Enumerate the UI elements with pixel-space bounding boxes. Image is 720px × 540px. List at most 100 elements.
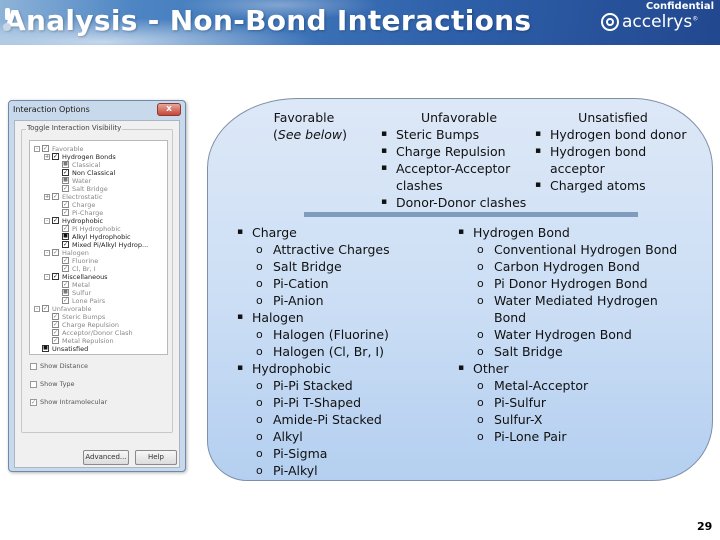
list-item: ▪ Hydrophobic (237, 361, 332, 376)
tree-checkbox[interactable]: ✓ (62, 297, 69, 304)
sub-bullet-icon: o (256, 447, 263, 460)
sub-bullet-icon: o (256, 277, 263, 290)
sub-bullet-icon: o (256, 430, 263, 443)
collapse-icon[interactable]: - (44, 217, 50, 224)
sub-list-item: o Pi-Anion (256, 293, 324, 308)
sub-bullet-icon: o (256, 260, 263, 273)
sub-list-item: o Pi-Pi T-Shaped (256, 395, 362, 410)
tree-checkbox[interactable]: ✓ (62, 185, 69, 192)
show-type-label: Show Type (40, 380, 75, 388)
collapse-icon[interactable]: - (44, 249, 50, 256)
bullet-icon: ▪ (237, 312, 244, 322)
list-item: ▪ Halogen (237, 310, 304, 325)
sub-list-item: o Salt Bridge (477, 344, 563, 359)
sub-list-item: o Sulfur-X (477, 412, 543, 427)
sub-list-item: o Pi-Sigma (256, 446, 328, 461)
slide-title: Analysis - Non-Bond Interactions (4, 4, 532, 37)
show-distance-checkbox[interactable] (30, 362, 37, 370)
unfavorable-heading: Unfavorable (420, 110, 498, 125)
sub-list-item: Bond (494, 310, 527, 325)
tree-checkbox[interactable]: ✓ (62, 201, 69, 208)
tree-checkbox[interactable]: ✓ (52, 313, 59, 320)
expand-icon[interactable]: + (44, 193, 50, 200)
show-distance-option[interactable]: Show Distance (30, 362, 88, 370)
bullet-icon: ▪ (535, 180, 542, 190)
favorable-left-list: ▪ Charge o Attractive Charges o Salt Bridge o P… (237, 224, 390, 479)
tree-checkbox[interactable]: ■ (62, 233, 69, 240)
help-button[interactable]: Help (135, 450, 177, 465)
unsatisfied-heading: Unsatisfied (578, 110, 648, 125)
accelrys-logo: accelrys® (600, 12, 698, 32)
tree-checkbox[interactable]: ■ (62, 289, 69, 296)
bullet-icon: ▪ (381, 146, 388, 156)
show-type-option[interactable]: Show Type (30, 380, 75, 388)
tree-checkbox[interactable]: ✓ (52, 153, 59, 160)
tree-checkbox[interactable]: ✓ (42, 305, 49, 312)
show-intramolecular-checkbox[interactable]: ✓ (30, 398, 37, 406)
sub-bullet-icon: o (256, 294, 263, 307)
sub-bullet-icon: o (477, 328, 484, 341)
tree-checkbox[interactable]: ✓ (52, 217, 59, 224)
list-item: ▪ Hydrogen Bond (458, 225, 570, 240)
advanced-button[interactable]: Advanced... (83, 450, 129, 465)
bullet-icon: ▪ (458, 363, 465, 373)
tree-checkbox[interactable]: ✓ (62, 281, 69, 288)
tree-checkbox[interactable]: ✓ (52, 329, 59, 336)
interaction-options-dialog: Interaction Options x Toggle Interaction… (8, 100, 186, 472)
section-divider (304, 212, 638, 217)
close-button[interactable]: x (157, 103, 181, 116)
tree-checkbox[interactable]: ■ (62, 177, 69, 184)
interaction-tree[interactable]: - ✓ Favorable + ✓ Hydrogen Bonds ■ Classical ✓ No… (29, 140, 168, 355)
tree-checkbox[interactable]: ✓ (52, 249, 59, 256)
tree-checkbox[interactable]: ■ (42, 345, 49, 352)
header-banner: Analysis - Non-Bond Interactions Confide… (0, 0, 720, 45)
list-item-continuation: clashes (396, 178, 443, 193)
confidential-label: Confidential (645, 1, 714, 12)
tree-checkbox[interactable]: ✓ (62, 257, 69, 264)
sub-bullet-icon: o (256, 243, 263, 256)
tree-checkbox[interactable]: ✓ (52, 321, 59, 328)
show-type-checkbox[interactable] (30, 380, 37, 388)
sub-list-item: o Pi-Pi Stacked (256, 378, 353, 393)
list-item: ▪ Acceptor-Acceptor (381, 161, 511, 176)
sub-list-item: o Amide-Pi Stacked (256, 412, 382, 427)
sub-list-item: o Carbon Hydrogen Bond (477, 259, 640, 274)
tree-checkbox[interactable]: ✓ (62, 241, 69, 248)
sub-list-item: o Water Hydrogen Bond (477, 327, 632, 342)
expand-icon[interactable]: + (44, 153, 50, 160)
list-item: ▪ Hydrogen bond (535, 144, 647, 159)
tree-checkbox[interactable]: ✓ (52, 193, 59, 200)
logo-text: accelrys® (622, 12, 699, 32)
sub-list-item: o Halogen (Fluorine) (256, 327, 389, 342)
favorable-note: (See below) (273, 127, 348, 142)
sub-list-item: o Pi Donor Hydrogen Bond (477, 276, 648, 291)
list-item: ▪ Other (458, 361, 509, 376)
collapse-icon[interactable]: - (44, 273, 50, 280)
tree-checkbox[interactable]: ✓ (62, 209, 69, 216)
sub-list-item: o Attractive Charges (256, 242, 390, 257)
tree-checkbox[interactable]: ✓ (62, 225, 69, 232)
list-item-continuation: acceptor (550, 161, 605, 176)
sub-bullet-icon: o (256, 464, 263, 477)
bullet-icon: ▪ (535, 146, 542, 156)
tree-checkbox[interactable]: ✓ (62, 265, 69, 272)
collapse-icon[interactable]: - (34, 145, 40, 152)
tree-item-label: Unsatisfied (52, 344, 89, 353)
tree-checkbox[interactable]: ✓ (42, 145, 49, 152)
bullet-icon: ▪ (237, 363, 244, 373)
tree-checkbox[interactable]: ✓ (52, 273, 59, 280)
tree-item[interactable]: ■ Unsatisfied (42, 344, 88, 353)
dialog-title: Interaction Options (13, 105, 90, 114)
dialog-body: Toggle Interaction Visibility - ✓ Favorabl… (14, 120, 180, 468)
show-intramolecular-option[interactable]: ✓ Show Intramolecular (30, 398, 107, 406)
bullet-icon: ▪ (458, 227, 465, 237)
tree-checkbox[interactable]: ✓ (62, 169, 69, 176)
favorable-right-list: ▪ Hydrogen Bond o Conventional Hydrogen Bon… (458, 224, 677, 445)
bullet-icon: ▪ (535, 129, 542, 139)
collapse-icon[interactable]: - (34, 305, 40, 312)
tree-checkbox[interactable]: ✓ (52, 337, 59, 344)
sub-bullet-icon: o (477, 260, 484, 273)
sub-bullet-icon: o (477, 294, 484, 307)
tree-checkbox[interactable]: ■ (62, 161, 69, 168)
sub-bullet-icon: o (477, 413, 484, 426)
